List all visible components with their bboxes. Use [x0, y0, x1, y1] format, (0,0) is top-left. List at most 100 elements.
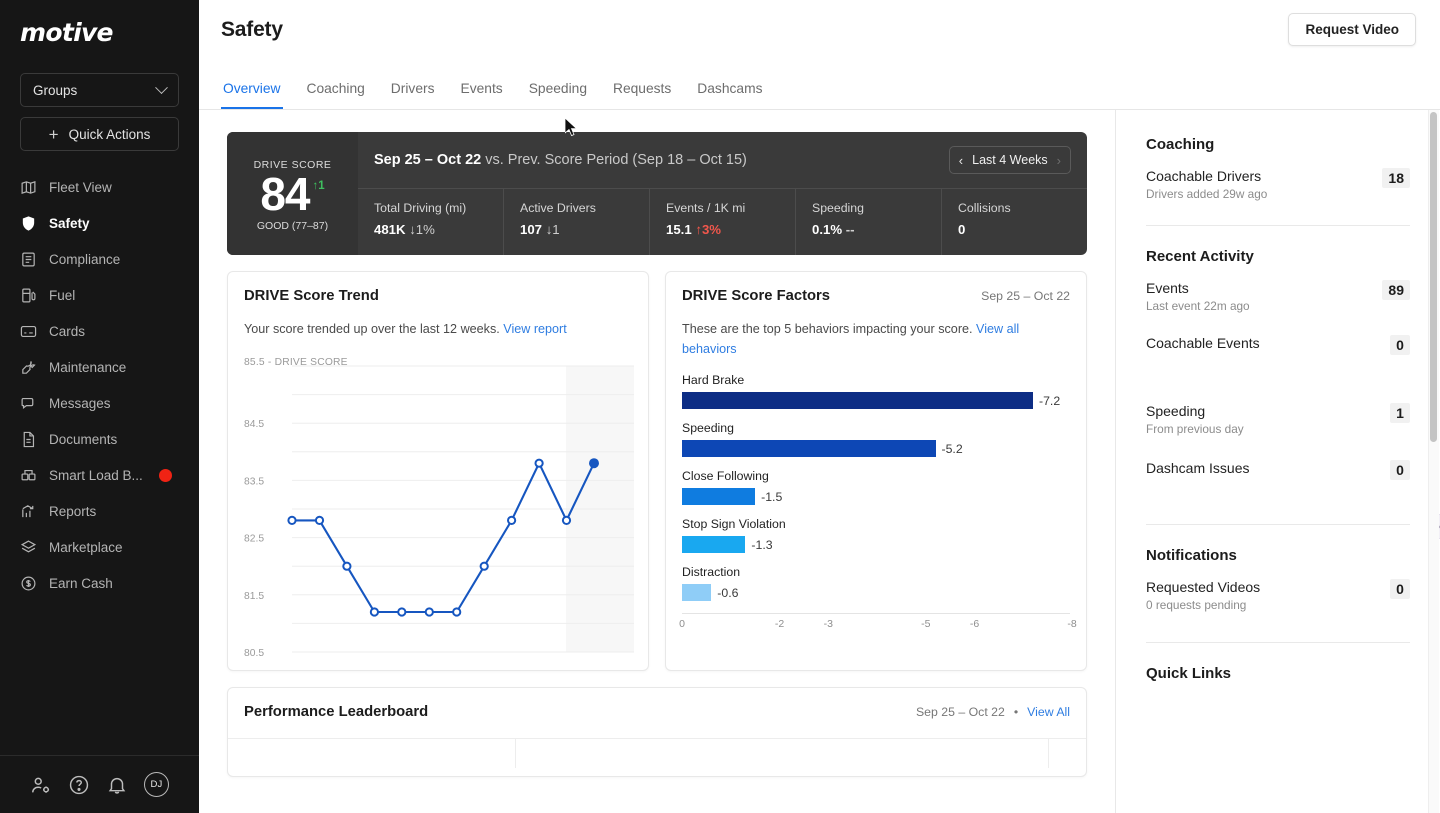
stat-active-drivers: Active Drivers 107 ↓1: [503, 189, 649, 255]
sidebar-item-label: Safety: [49, 216, 90, 231]
tab-overview[interactable]: Overview: [221, 81, 283, 109]
date-range-label: Last 4 Weeks: [972, 153, 1048, 167]
rail-divider: [1146, 524, 1410, 525]
sidebar-item-label: Earn Cash: [49, 576, 113, 591]
score-period-main: Sep 25 – Oct 22: [374, 152, 481, 168]
rail-row-count: 18: [1382, 168, 1410, 188]
stat-label: Total Driving (mi): [374, 201, 503, 215]
card-icon: [20, 323, 37, 340]
logo-text: motive: [20, 18, 199, 47]
drive-score-summary-card: DRIVE SCORE 84 ↑1 GOOD (77–87) Sep 25 – …: [227, 132, 1087, 255]
rail-row-requested-videos[interactable]: Requested Videos 0 requests pending 0: [1146, 579, 1410, 612]
sidebar-item-label: Reports: [49, 504, 96, 519]
notifications-bell-icon[interactable]: [106, 774, 128, 796]
rail-row-sub: Last event 22m ago: [1146, 299, 1250, 313]
sidebar-item-earn-cash[interactable]: Earn Cash: [0, 565, 199, 601]
tab-requests[interactable]: Requests: [611, 81, 673, 109]
brand-logo[interactable]: motive: [0, 0, 199, 59]
svg-text:81.5: 81.5: [244, 590, 264, 601]
leaderboard-view-all-link[interactable]: View All: [1027, 705, 1070, 719]
view-report-link[interactable]: View report: [503, 322, 566, 336]
rail-notifications-title: Notifications: [1146, 547, 1410, 564]
score-details: Sep 25 – Oct 22 vs. Prev. Score Period (…: [358, 132, 1087, 255]
fuel-pump-icon: [20, 287, 37, 304]
clipboard-icon: [20, 251, 37, 268]
svg-text:84.5: 84.5: [244, 419, 264, 430]
main-column: DRIVE SCORE 84 ↑1 GOOD (77–87) Sep 25 – …: [199, 110, 1116, 813]
chevron-left-icon[interactable]: ‹: [959, 153, 963, 168]
chevron-down-icon: [155, 81, 168, 94]
tab-coaching[interactable]: Coaching: [305, 81, 367, 109]
rail-row-sub: 0 requests pending: [1146, 598, 1260, 612]
stat-delta: ↑3%: [695, 222, 721, 237]
sidebar: motive Groups + Quick Actions Fleet View…: [0, 0, 199, 813]
page-title: Safety: [221, 0, 1416, 42]
avatar[interactable]: DJ: [144, 772, 169, 797]
bar-group: Close Following -1.5: [682, 469, 1070, 505]
scrollbar-thumb[interactable]: [1430, 112, 1437, 442]
sidebar-item-label: Compliance: [49, 252, 120, 267]
trend-subtext: Your score trended up over the last 12 w…: [244, 320, 632, 340]
sidebar-item-marketplace[interactable]: Marketplace: [0, 529, 199, 565]
rail-row-count: 0: [1390, 579, 1410, 599]
sidebar-item-fleet-view[interactable]: Fleet View: [0, 169, 199, 205]
rail-row-events[interactable]: Events Last event 22m ago 89: [1146, 280, 1410, 313]
stat-delta: --: [846, 222, 855, 237]
groups-selector[interactable]: Groups: [20, 73, 179, 107]
leaderboard-title: Performance Leaderboard: [244, 704, 428, 720]
sidebar-item-reports[interactable]: Reports: [0, 493, 199, 529]
bar: [682, 392, 1033, 409]
axis-tick-label: -3: [824, 618, 833, 630]
bar-chart-axis: 0-2-3-5-6-8: [682, 613, 1070, 635]
tab-events[interactable]: Events: [459, 81, 505, 109]
stats-row: Total Driving (mi) 481K ↓1% Active Drive…: [358, 188, 1087, 255]
bar: [682, 536, 745, 553]
rail-row-count: 1: [1390, 403, 1410, 423]
bar: [682, 440, 936, 457]
avatar-initials: DJ: [150, 779, 162, 790]
date-range-picker[interactable]: ‹ Last 4 Weeks ›: [949, 146, 1071, 174]
stat-value: 0: [958, 222, 1087, 237]
sidebar-item-messages[interactable]: Messages: [0, 385, 199, 421]
wrench-icon: [20, 359, 37, 376]
drive-score-value: 84: [260, 170, 309, 218]
sidebar-item-fuel[interactable]: Fuel: [0, 277, 199, 313]
performance-leaderboard-card: Performance Leaderboard Sep 25 – Oct 22 …: [227, 687, 1087, 777]
stat-value: 481K ↓1%: [374, 222, 503, 237]
page-content: DRIVE SCORE 84 ↑1 GOOD (77–87) Sep 25 – …: [199, 110, 1440, 813]
rail-row-coachable-events[interactable]: Coachable Events 0: [1146, 335, 1410, 355]
rail-row-speeding[interactable]: Speeding From previous day 1: [1146, 403, 1410, 436]
sidebar-item-safety[interactable]: Safety: [0, 205, 199, 241]
sidebar-item-smart-load-board[interactable]: Smart Load B...: [0, 457, 199, 493]
leaderboard-column: [228, 739, 516, 768]
tab-speeding[interactable]: Speeding: [527, 81, 589, 109]
tab-dashcams[interactable]: Dashcams: [695, 81, 764, 109]
svg-text:82.5: 82.5: [244, 533, 264, 544]
sidebar-item-documents[interactable]: Documents: [0, 421, 199, 457]
bar-value: -0.6: [717, 586, 738, 600]
stat-number: 481K: [374, 222, 406, 237]
bar-chart: Hard Brake -7.2 Speeding -5.2 Close Foll…: [682, 373, 1070, 635]
stat-value: 0.1% --: [812, 222, 941, 237]
sidebar-item-compliance[interactable]: Compliance: [0, 241, 199, 277]
stat-number: 107: [520, 222, 542, 237]
axis-tick-label: -6: [970, 618, 979, 630]
help-icon[interactable]: [68, 774, 90, 796]
sidebar-item-label: Documents: [49, 432, 117, 447]
manage-users-icon[interactable]: [30, 774, 52, 796]
stat-value: 15.1 ↑3%: [666, 222, 795, 237]
sidebar-item-maintenance[interactable]: Maintenance: [0, 349, 199, 385]
stat-value: 107 ↓1: [520, 222, 649, 237]
request-video-button[interactable]: Request Video: [1288, 13, 1416, 46]
sidebar-item-cards[interactable]: Cards: [0, 313, 199, 349]
rail-row-coachable-drivers[interactable]: Coachable Drivers Drivers added 29w ago …: [1146, 168, 1410, 201]
stat-label: Speeding: [812, 201, 941, 215]
stat-total-driving: Total Driving (mi) 481K ↓1%: [358, 189, 503, 255]
rail-row-dashcam-issues[interactable]: Dashcam Issues 0: [1146, 460, 1410, 480]
rail-row-sub: Drivers added 29w ago: [1146, 187, 1267, 201]
sidebar-footer: DJ: [0, 755, 199, 813]
quick-actions-button[interactable]: + Quick Actions: [20, 117, 179, 151]
drive-score-block: DRIVE SCORE 84 ↑1 GOOD (77–87): [227, 132, 358, 255]
document-icon: [20, 431, 37, 448]
tab-drivers[interactable]: Drivers: [389, 81, 437, 109]
